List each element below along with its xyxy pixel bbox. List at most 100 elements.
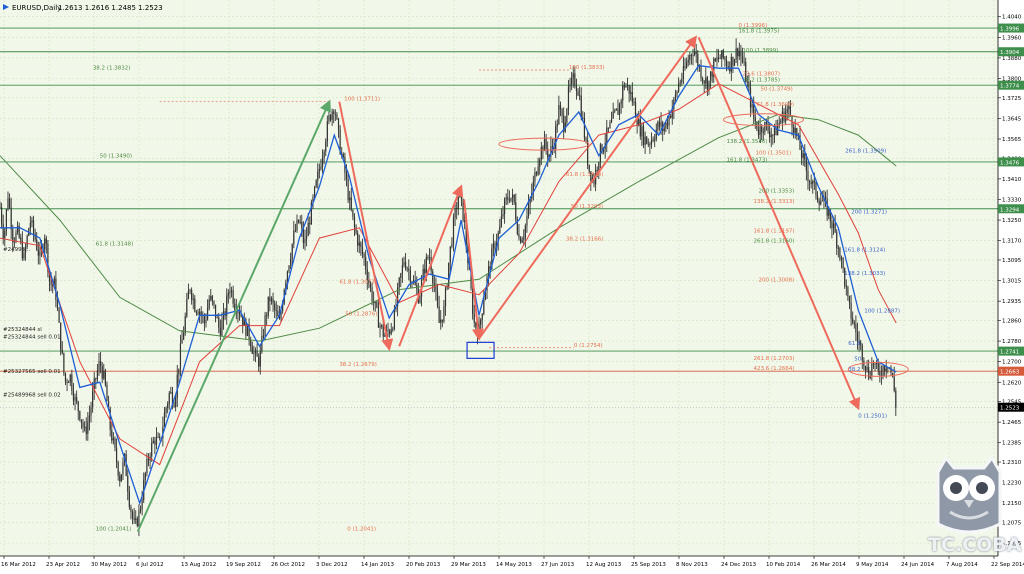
price-tick-label: 1.3645 [1002,116,1022,122]
candle-body [342,153,344,157]
candle-body [68,381,70,384]
candle-body [350,197,352,210]
fib-label: 50 (1.3293) [571,204,603,210]
candle-body [579,95,581,97]
candle-body [793,126,795,133]
candle-body [524,225,526,238]
candle-body [569,84,571,87]
candle-body [305,236,308,239]
candle-body [724,57,726,61]
candle-body [178,368,180,375]
candle-body [722,50,724,58]
fib-label: 200 (1.3271) [851,210,887,216]
price-tick-label: 1.3725 [1002,96,1022,102]
candle-body [754,117,756,122]
order-label: #25324844 sl [3,327,42,333]
candle-body [785,112,787,122]
candle-body [159,436,161,439]
candle-body [79,411,81,420]
candle-body [262,335,265,337]
candle-body [237,311,239,313]
fib-label: 261.8 (1.3509) [845,148,886,154]
candle-body [438,305,440,323]
candle-body [58,308,60,323]
candle-body [325,141,327,152]
candle-body [697,53,699,67]
candle-body [200,311,202,315]
candle-body [69,374,71,382]
candle-body [221,320,223,336]
candle-body [527,204,530,217]
candle-body [885,368,887,372]
candle-body [275,309,277,311]
fib-label: 61.8 (1.3148) [96,241,134,247]
candle-body [96,370,99,380]
candle-body [633,102,635,104]
candle-body [152,440,154,443]
fib-label: 100 (1.3711) [344,96,380,102]
candle-body [64,373,67,382]
fib-label: 161.8 (1.3197) [753,229,794,235]
time-axis: 16 Mar 2012 23 Apr 2012 30 May 2012 6 Jul 2… [0,555,1024,570]
candle-body [502,214,504,217]
candle-body [852,318,854,323]
level-price-label: 1.3476 [1000,160,1020,166]
candle-body [227,293,229,296]
candle-body [625,86,627,88]
fib-label: 138.2 (1.3033) [844,271,885,277]
candle-body [492,243,495,249]
candle-body [574,73,576,86]
level-price-label: 1.3996 [1000,27,1020,33]
candle-body [254,350,257,354]
price-chart[interactable]: 1.3996 1.3904 1.3774 1.3476 1.3294 1.2741 1.26… [0,0,1024,570]
candle-body [665,122,667,129]
candle-body [309,223,311,225]
fib-label: 61.8 [848,341,861,347]
level-price-label: 1.3294 [1000,207,1020,213]
candle-body [272,298,274,304]
candle-body [679,82,681,84]
price-tick-label: 1.4040 [1002,15,1022,21]
candle-body [80,419,83,423]
candle-body [398,278,400,288]
candle-body [783,111,785,122]
candle-body [120,474,122,482]
candle-body [737,48,739,57]
candle-body [427,257,429,259]
time-tick-label: 8 Nov 2013 [676,562,708,568]
candle-body [106,384,108,402]
time-tick-label: 7 Aug 2014 [946,562,978,568]
candle-body [119,475,121,482]
candle-body [864,365,867,371]
candle-body [219,327,221,336]
candle-body [620,100,622,105]
candle-body [877,362,879,372]
candle-body [61,349,63,354]
candle-body [374,301,376,304]
candle-body [361,246,364,254]
candle-body [580,95,582,118]
candle-body [703,81,705,84]
candle-body [0,207,3,224]
candle-body [211,296,213,301]
candle-body [293,230,295,245]
time-tick-label: 26 Mar 2014 [811,562,846,568]
candle-body [95,378,97,380]
candle-body [136,518,138,526]
candle-body [521,239,523,243]
candle-body [296,219,298,231]
candle-body [277,310,279,317]
candle-body [29,222,31,229]
time-tick-label: 12 Aug 2013 [586,562,622,568]
fib-label: 38.2 (1.2679) [339,362,377,368]
candle-body [714,58,716,61]
candle-body [155,436,158,445]
candle-body [334,113,336,115]
level-price-label: 1.2663 [1000,370,1020,376]
candle-body [8,198,11,208]
candle-body [181,339,183,344]
candle-body [610,118,613,123]
candle-body [146,459,148,474]
candle-body [716,57,718,61]
time-tick-label: 29 Mar 2013 [451,562,486,568]
